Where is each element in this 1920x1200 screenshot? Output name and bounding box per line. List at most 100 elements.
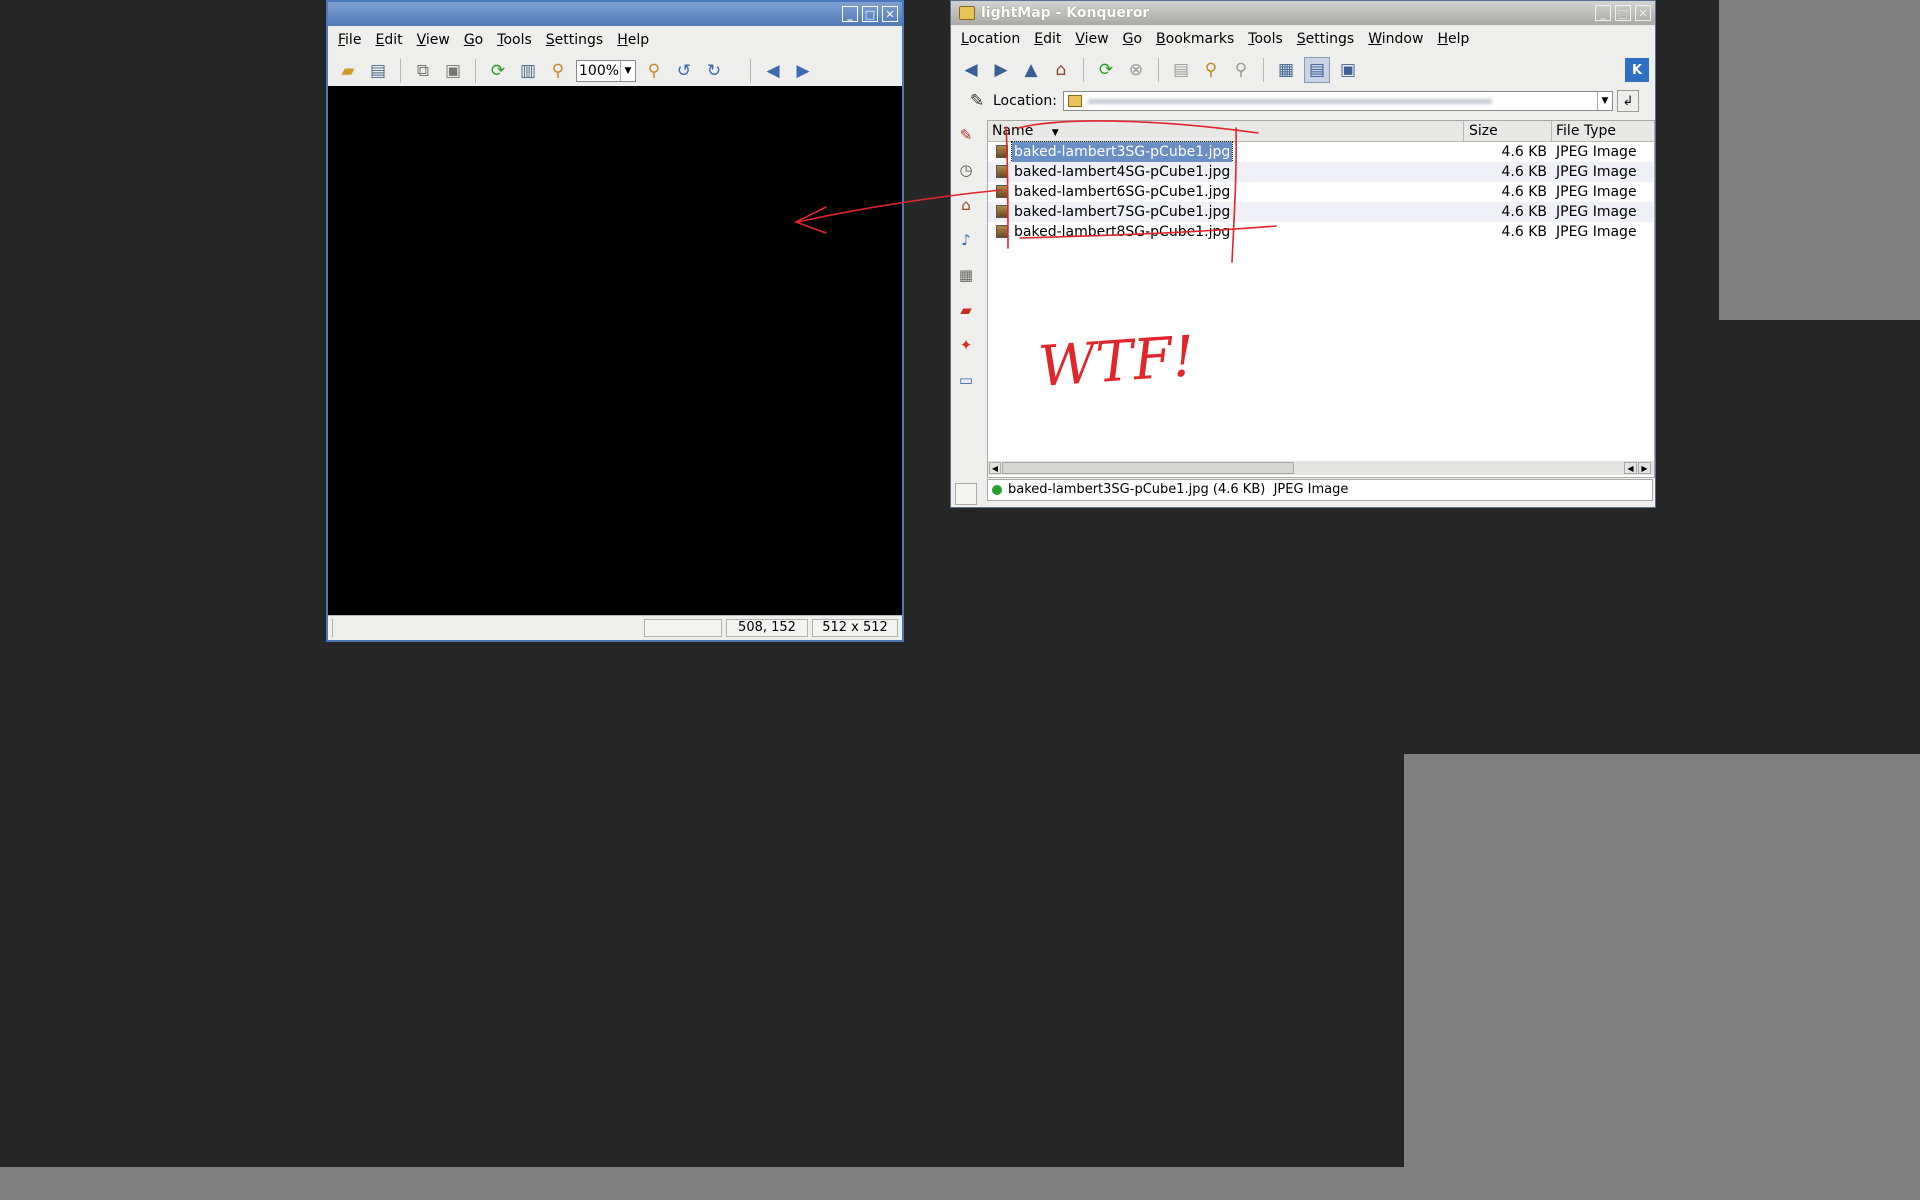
previous-icon[interactable]: ◀ [761,59,785,83]
column-type[interactable]: File Type [1552,121,1654,141]
icon-view-icon[interactable]: ▦ [1274,58,1298,82]
zoom-out-icon[interactable]: ⚲ [1229,58,1253,82]
copy-icon[interactable]: ⧉ [411,59,435,83]
next-icon[interactable]: ▶ [791,59,815,83]
navigation-sidebar: ✎ ◷ ⌂ ♪ ▦ ▰ ✦ ▭ [953,117,979,507]
sort-arrow-icon: ▼ [1051,128,1059,138]
open-folder-icon[interactable]: ▰ [336,59,360,83]
network-icon[interactable]: ▦ [955,264,977,286]
scroll-left-icon[interactable]: ◀ [1624,462,1637,474]
zoom-in-icon[interactable]: ⚲ [1199,58,1223,82]
rotate-left-icon[interactable]: ↺ [672,59,696,83]
column-size[interactable]: Size [1464,121,1552,141]
scroll-left-icon[interactable]: ◀ [989,462,1001,474]
save-icon[interactable]: ▥ [516,59,540,83]
konqueror-menu-view[interactable]: View [1071,31,1118,47]
reload-icon[interactable]: ⟳ [486,59,510,83]
rotate-right-icon[interactable]: ↻ [702,59,726,83]
file-row[interactable]: baked-lambert4SG-pCube1.jpg 4.6 KB JPEG Im… [988,162,1654,182]
file-name[interactable]: baked-lambert3SG-pCube1.jpg [1010,141,1234,163]
konqueror-menu-edit[interactable]: Edit [1030,31,1071,47]
image-canvas[interactable] [328,86,902,617]
forward-icon[interactable]: ▶ [989,58,1013,82]
konqueror-menu-go[interactable]: Go [1119,31,1152,47]
zoom-icon[interactable]: ⚲ [546,59,570,83]
scroll-right-icon[interactable]: ▶ [1638,462,1651,474]
image-viewer-titlebar[interactable]: _ □ ✕ [328,2,902,26]
viewer-menu-tools[interactable]: Tools [493,32,542,48]
sidebar-toggle[interactable] [955,483,977,505]
file-row[interactable]: baked-lambert6SG-pCube1.jpg 4.6 KB JPEG Im… [988,182,1654,202]
root-folder-icon[interactable]: ▰ [955,299,977,321]
konqueror-menu-help[interactable]: Help [1433,31,1479,47]
konqueror-menu-tools[interactable]: Tools [1244,31,1293,47]
image-viewer-toolbar: ▰ ▤ ⧉ ▣ ⟳ ▥ ⚲ 100% ▼ ⚲ ↺ ↻ ◀ ▶ [328,54,902,89]
horizontal-scrollbar[interactable]: ◀ ◀ ▶ [988,461,1654,475]
scrollbar-thumb[interactable] [1002,462,1294,474]
jpeg-file-icon [996,205,1008,218]
konqueror-menu-window[interactable]: Window [1364,31,1433,47]
file-row[interactable]: baked-lambert8SG-pCube1.jpg 4.6 KB JPEG Im… [988,222,1654,242]
go-icon[interactable]: ↲ [1616,90,1639,112]
close-icon[interactable]: ✕ [1635,5,1651,21]
services-icon[interactable]: ✦ [955,334,977,356]
file-name[interactable]: baked-lambert8SG-pCube1.jpg [1012,222,1232,242]
image-viewer-window: _ □ ✕ File Edit View Go Tools Settings Help ▰ … [326,0,904,642]
image-viewer-statusbar: 508, 152 512 x 512 [328,615,902,640]
konqueror-menu-bookmarks[interactable]: Bookmarks [1152,31,1244,47]
clear-location-icon[interactable]: ✎ [965,89,989,113]
location-input[interactable]: ▼ [1062,91,1613,111]
back-icon[interactable]: ◀ [959,58,983,82]
viewer-menu-file[interactable]: File [334,32,371,48]
zoom-select[interactable]: 100% ▼ [576,60,636,82]
chevron-down-icon[interactable]: ▼ [620,61,635,81]
maximize-icon[interactable]: □ [1615,5,1631,21]
file-name[interactable]: baked-lambert4SG-pCube1.jpg [1012,162,1232,182]
file-list-view[interactable]: Name ▼ Size File Type baked-lambert3SG-p… [987,120,1655,478]
file-size: 4.6 KB [1501,204,1548,220]
kde-logo-icon: K [1625,58,1649,82]
column-name[interactable]: Name ▼ [988,121,1464,141]
home-folder-icon[interactable]: ⌂ [955,194,977,216]
minimize-icon[interactable]: _ [1595,5,1611,21]
file-row[interactable]: baked-lambert7SG-pCube1.jpg 4.6 KB JPEG Im… [988,202,1654,222]
preview-icon[interactable]: ▣ [1336,58,1360,82]
file-size: 4.6 KB [1501,164,1548,180]
konqueror-window: lightMap - Konqueror _ □ ✕ Location Edit V… [950,0,1656,508]
konqueror-toolbar: ◀ ▶ ▲ ⌂ ⟳ ⊗ ▤ ⚲ ⚲ ▦ ▤ ▣ K [951,53,1655,87]
desktop-panel-bottom [0,1167,1920,1200]
file-type: JPEG Image [1556,224,1637,240]
bookmarks-icon[interactable]: ✎ [955,124,977,146]
viewer-menu-settings[interactable]: Settings [542,32,613,48]
close-icon[interactable]: ✕ [882,6,898,22]
location-blurred-text [1087,99,1492,104]
file-name[interactable]: baked-lambert6SG-pCube1.jpg [1012,182,1232,202]
konqueror-menubar: Location Edit View Go Bookmarks Tools Settings… [951,25,1655,53]
print-icon[interactable]: ▤ [366,59,390,83]
home-icon[interactable]: ⌂ [1049,58,1073,82]
viewer-menu-view[interactable]: View [413,32,460,48]
viewer-menu-edit[interactable]: Edit [371,32,412,48]
image-dimensions: 512 x 512 [812,619,898,637]
reload-icon[interactable]: ⟳ [1094,58,1118,82]
paste-icon[interactable]: ▣ [441,59,465,83]
media-icon[interactable]: ♪ [955,229,977,251]
konqueror-menu-settings[interactable]: Settings [1293,31,1364,47]
maximize-icon[interactable]: □ [862,6,878,22]
chevron-down-icon[interactable]: ▼ [1596,92,1612,110]
zoom-in-icon[interactable]: ⚲ [642,59,666,83]
file-name[interactable]: baked-lambert7SG-pCube1.jpg [1012,202,1232,222]
devices-icon[interactable]: ▭ [955,369,977,391]
minimize-icon[interactable]: _ [842,6,858,22]
viewer-menu-help[interactable]: Help [613,32,659,48]
history-icon[interactable]: ◷ [955,159,977,181]
location-bar: ✎ Location: ▼ ↲ [951,87,1655,115]
konqueror-titlebar[interactable]: lightMap - Konqueror _ □ ✕ [951,1,1655,25]
detail-view-icon[interactable]: ▤ [1304,57,1330,83]
file-row[interactable]: baked-lambert3SG-pCube1.jpg 4.6 KB JPEG Im… [988,141,1654,163]
stop-icon[interactable]: ⊗ [1124,58,1148,82]
up-icon[interactable]: ▲ [1019,58,1043,82]
viewer-menu-go[interactable]: Go [460,32,493,48]
konqueror-menu-location[interactable]: Location [957,31,1030,47]
print-icon[interactable]: ▤ [1169,58,1193,82]
